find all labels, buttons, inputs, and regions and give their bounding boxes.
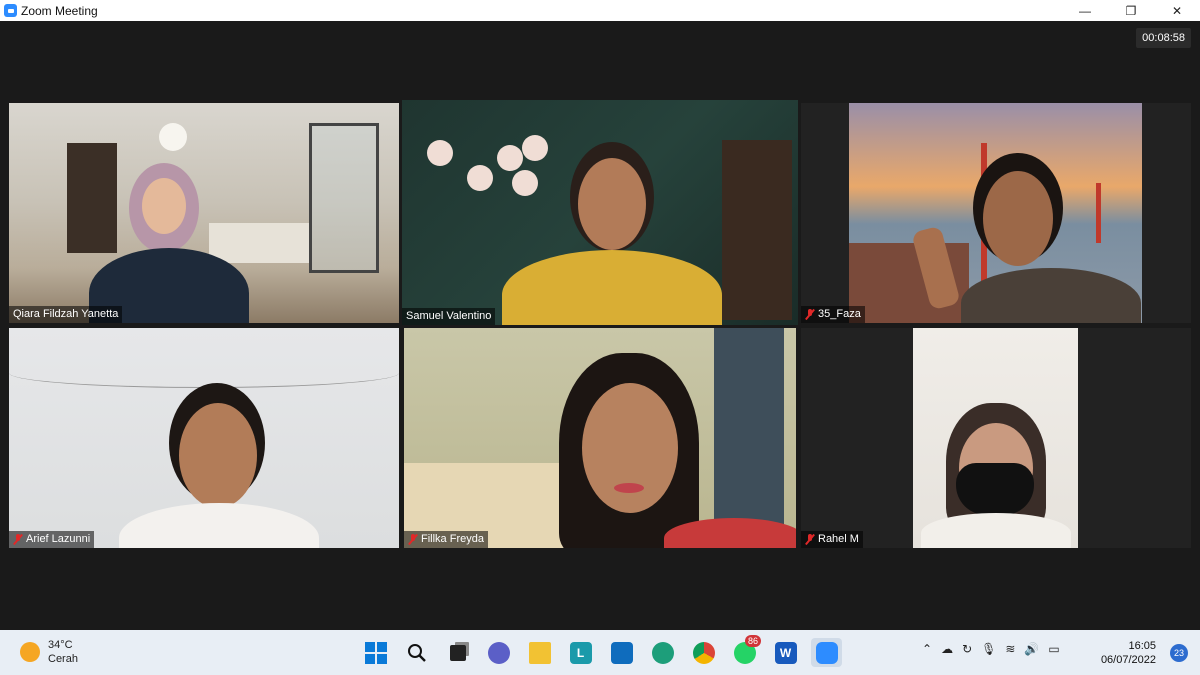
mic-muted-icon	[805, 533, 815, 545]
task-view-icon[interactable]	[442, 638, 473, 667]
clock-date: 06/07/2022	[1100, 654, 1156, 666]
weather-condition: Cerah	[48, 653, 78, 665]
participant-name-label: Arief Lazunni	[9, 531, 95, 548]
search-icon[interactable]	[401, 638, 432, 667]
participant-name-label: Rahel M	[801, 531, 863, 548]
person-face	[582, 383, 678, 513]
video-tile-arief[interactable]: Arief Lazunni	[9, 328, 399, 548]
word-icon[interactable]: W	[770, 638, 801, 667]
face-mask	[956, 463, 1034, 515]
taskbar-clock[interactable]: 16:05 06/07/2022	[1101, 639, 1156, 667]
mic-muted-icon	[408, 533, 418, 545]
bookshelf	[67, 143, 117, 253]
whatsapp-icon[interactable]: 86	[729, 635, 761, 667]
string-lights	[9, 358, 399, 388]
taskbar-apps: L 86 W	[360, 635, 842, 667]
participant-name: Rahel M	[818, 533, 859, 545]
bridge-tower	[1096, 183, 1101, 243]
edge-icon[interactable]	[647, 638, 678, 667]
title-bar: Zoom Meeting — ❐ ✕	[0, 0, 1200, 21]
minimize-button[interactable]: —	[1062, 0, 1108, 21]
ceiling-lamp	[159, 123, 187, 151]
video-tile-qiara[interactable]: Qiara Fildzah Yanetta	[9, 103, 399, 323]
restore-button[interactable]: ❐	[1108, 0, 1154, 21]
microphone-icon[interactable]: 🎙	[981, 642, 996, 656]
participant-name: Qiara Fildzah Yanetta	[13, 308, 119, 320]
meeting-gallery: 00:08:58 Qiara Fildzah Yanetta Samuel Va…	[0, 21, 1200, 630]
participant-name: Arief Lazunni	[26, 533, 91, 545]
zoom-icon[interactable]	[811, 638, 842, 667]
notification-count-badge[interactable]: 23	[1170, 644, 1188, 662]
bed	[209, 223, 309, 263]
windows-start-icon[interactable]	[360, 638, 391, 667]
person-body	[921, 513, 1071, 548]
close-button[interactable]: ✕	[1154, 0, 1200, 21]
wifi-icon[interactable]: ≋	[1005, 642, 1015, 656]
l-app-label: L	[569, 641, 592, 664]
cloud-icon[interactable]: ☁	[941, 642, 953, 656]
window-controls: — ❐ ✕	[1062, 0, 1200, 21]
sun-icon	[20, 642, 40, 662]
mail-icon[interactable]	[606, 638, 637, 667]
pendant-light	[512, 170, 538, 196]
whatsapp-badge: 86	[744, 635, 761, 647]
window-title: Zoom Meeting	[21, 3, 98, 18]
system-tray: ⌃ ☁ ↻ 🎙 ≋ 🔊 ▭	[922, 642, 1060, 656]
windows-taskbar: 34°C Cerah L 86 W ⌃ ☁ ↻ 🎙 ≋ 🔊 ▭ 16:05 06…	[0, 630, 1200, 675]
person-face	[983, 171, 1053, 266]
l-app-icon[interactable]: L	[565, 638, 596, 667]
volume-icon[interactable]: 🔊	[1024, 642, 1039, 656]
battery-icon[interactable]: ▭	[1048, 642, 1059, 656]
person-face	[179, 403, 257, 508]
video-tile-samuel[interactable]: Samuel Valentino	[402, 100, 798, 325]
pendant-light	[522, 135, 548, 161]
zoom-app-icon	[4, 4, 17, 17]
video-tile-faza[interactable]: 35_Faza	[801, 103, 1191, 323]
weather-temp: 34°C	[48, 639, 73, 651]
chat-icon[interactable]	[483, 638, 514, 667]
participant-name: 35_Faza	[818, 308, 861, 320]
participant-name-label: Qiara Fildzah Yanetta	[9, 306, 123, 323]
window-curtain	[714, 328, 784, 548]
person-face	[578, 158, 646, 250]
pendant-light	[427, 140, 453, 166]
person-face	[142, 178, 186, 234]
participant-name-label: Samuel Valentino	[402, 308, 496, 325]
participant-name: Fillka Freyda	[421, 533, 484, 545]
meeting-timer: 00:08:58	[1136, 28, 1191, 48]
video-tile-fillka[interactable]: Fillka Freyda	[404, 328, 796, 548]
word-label: W	[774, 641, 797, 664]
glass-door	[309, 123, 379, 273]
cabinet	[722, 140, 792, 320]
lips	[614, 483, 644, 493]
mic-muted-icon	[13, 533, 23, 545]
participant-name-label: Fillka Freyda	[404, 531, 488, 548]
sync-icon[interactable]: ↻	[962, 642, 972, 656]
pendant-light	[497, 145, 523, 171]
video-tile-rahel[interactable]: Rahel M	[801, 328, 1191, 548]
file-explorer-icon[interactable]	[524, 638, 555, 667]
clock-time: 16:05	[1128, 640, 1156, 652]
pendant-light	[467, 165, 493, 191]
mic-muted-icon	[805, 308, 815, 320]
chrome-icon[interactable]	[688, 638, 719, 667]
participant-name: Samuel Valentino	[406, 310, 492, 322]
chevron-up-icon[interactable]: ⌃	[922, 642, 932, 656]
participant-name-label: 35_Faza	[801, 306, 865, 323]
weather-widget[interactable]: 34°C Cerah	[20, 638, 78, 666]
